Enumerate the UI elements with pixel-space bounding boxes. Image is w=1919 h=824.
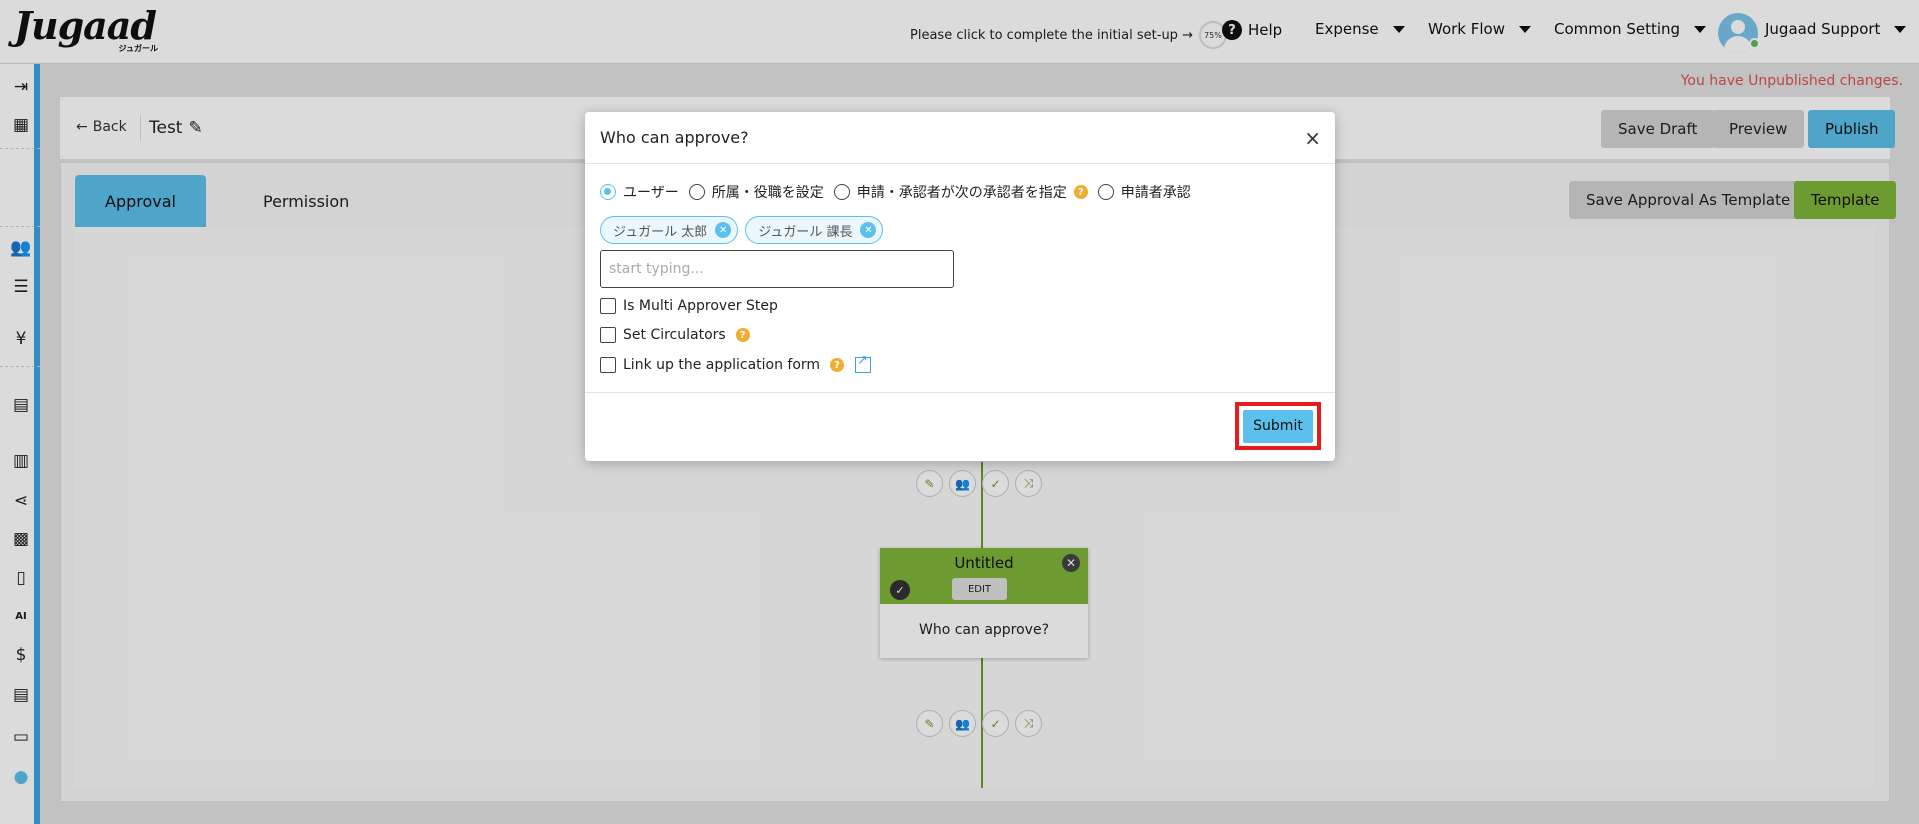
help-question-icon[interactable]: ? [735,328,750,342]
link-application-form-label: Link up the application form [623,357,821,373]
modal-footer-divider [585,392,1335,393]
external-link-icon[interactable] [855,353,872,373]
set-circulators-label: Set Circulators [623,327,726,343]
help-question-icon[interactable]: ? [1073,185,1088,199]
checkbox-icon [600,298,616,314]
user-chip: ジュガール 課長 ✕ [745,216,884,244]
user-chip: ジュガール 太郎 ✕ [600,216,739,244]
user-chip-label: ジュガール 太郎 [613,224,708,240]
help-question-icon[interactable]: ? [830,358,845,372]
radio-applicant-approval[interactable]: 申請者承認 [1097,182,1191,202]
radio-icon [1097,184,1114,200]
remove-icon[interactable]: ✕ [715,222,732,238]
modal-header: Who can approve? × [585,112,1335,164]
radio-next-approver[interactable]: 申請・承認者が次の承認者を指定 ? [833,182,1088,202]
submit-highlight: Submit [1235,402,1321,450]
radio-icon [833,184,850,200]
selected-users: ジュガール 太郎 ✕ ジュガール 課長 ✕ [600,216,884,244]
multi-approver-checkbox[interactable]: Is Multi Approver Step [600,298,778,314]
radio-department-role-label: 所属・役職を設定 [711,185,824,201]
multi-approver-label: Is Multi Approver Step [623,298,778,314]
remove-icon[interactable]: ✕ [860,222,877,238]
modal-title: Who can approve? [600,128,749,147]
submit-button[interactable]: Submit [1243,409,1313,443]
approver-type-radios: ユーザー 所属・役職を設定 申請・承認者が次の承認者を指定 ? 申請者承認 [600,182,1191,202]
radio-applicant-approval-label: 申請者承認 [1120,185,1191,201]
link-application-form-checkbox[interactable]: Link up the application form ? [600,353,872,373]
radio-department-role[interactable]: 所属・役職を設定 [688,182,824,202]
checkbox-icon [600,327,616,343]
checkbox-icon [600,357,616,373]
approver-modal: Who can approve? × ユーザー 所属・役職を設定 申請・承認者が… [585,112,1335,461]
set-circulators-checkbox[interactable]: Set Circulators ? [600,327,750,343]
radio-next-approver-label: 申請・承認者が次の承認者を指定 [856,185,1067,201]
radio-user[interactable]: ユーザー [600,182,679,202]
close-icon[interactable]: × [1304,126,1321,150]
user-chip-label: ジュガール 課長 [758,224,853,240]
radio-icon [688,184,705,200]
radio-selected-icon [600,184,616,200]
user-search-input[interactable] [600,250,954,288]
radio-user-label: ユーザー [623,185,679,201]
